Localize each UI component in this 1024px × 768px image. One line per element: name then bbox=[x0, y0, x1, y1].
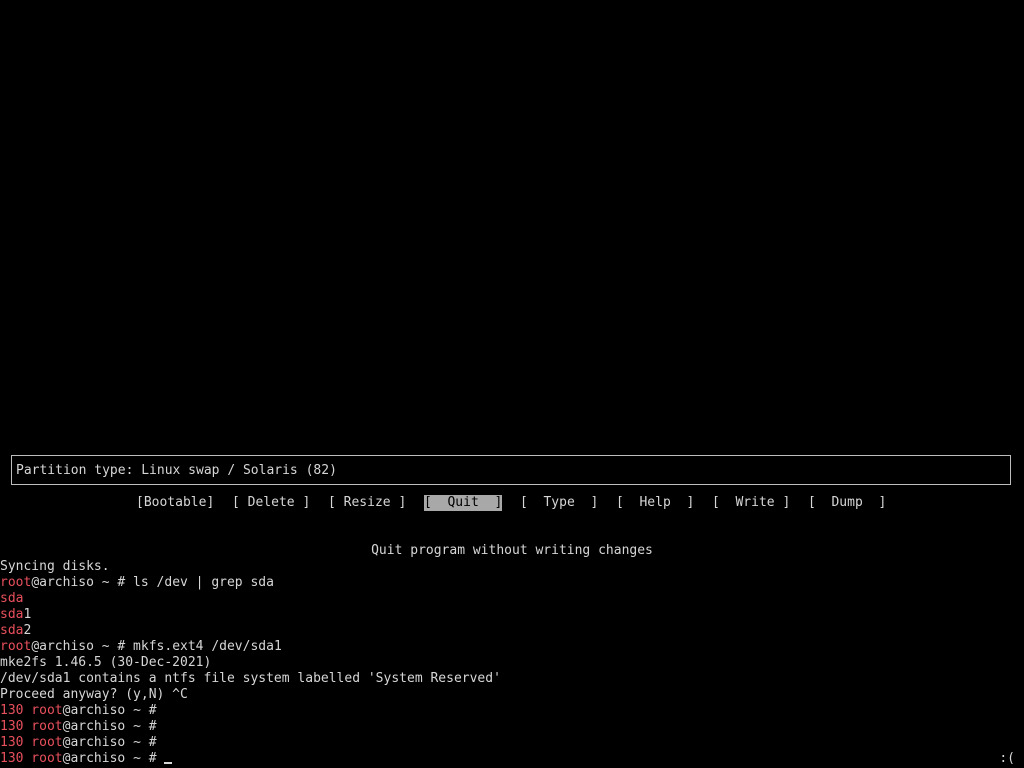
dump-button[interactable]: [ Dump ] bbox=[808, 495, 886, 511]
terminal-text: /dev/sda1 contains a ntfs file system la… bbox=[0, 671, 501, 686]
partition-type-box: Partition type: Linux swap / Solaris (82… bbox=[11, 455, 1011, 485]
terminal-line: sda2 bbox=[0, 623, 1024, 639]
terminal-text: root bbox=[0, 639, 32, 654]
terminal-text: @archiso ~ # ls /dev | grep sda bbox=[31, 575, 274, 590]
type-button[interactable]: [ Type ] bbox=[520, 495, 598, 511]
terminal-text: 2 bbox=[23, 623, 32, 638]
terminal-text: Syncing disks. bbox=[0, 559, 110, 574]
terminal-line: /dev/sda1 contains a ntfs file system la… bbox=[0, 671, 1024, 687]
terminal-text: @archiso ~ # bbox=[62, 735, 157, 750]
terminal-text: sda bbox=[0, 607, 24, 622]
write-button[interactable]: [ Write ] bbox=[712, 495, 790, 511]
help-button[interactable]: [ Help ] bbox=[616, 495, 694, 511]
terminal-output[interactable]: Syncing disks. root@archiso ~ # ls /dev |… bbox=[0, 559, 1024, 767]
console-screen: Partition type: Linux swap / Solaris (82… bbox=[0, 0, 1024, 768]
terminal-line: 130 root@archiso ~ # bbox=[0, 703, 1024, 719]
terminal-line: Proceed anyway? (y,N) ^C bbox=[0, 687, 1024, 703]
terminal-text: 130 root bbox=[0, 735, 63, 750]
terminal-line: root@archiso ~ # ls /dev | grep sda bbox=[0, 575, 1024, 591]
terminal-text: sda bbox=[0, 591, 24, 606]
terminal-line: sda bbox=[0, 591, 1024, 607]
terminal-text: @archiso ~ # bbox=[62, 719, 157, 734]
terminal-text: root bbox=[0, 575, 32, 590]
terminal-text: 130 root bbox=[0, 719, 63, 734]
partition-type-text: Partition type: Linux swap / Solaris (82… bbox=[16, 463, 337, 478]
terminal-line: sda1 bbox=[0, 607, 1024, 623]
terminal-text: Proceed anyway? (y,N) ^C bbox=[0, 687, 188, 702]
terminal-text: @archiso ~ # bbox=[62, 703, 157, 718]
terminal-text: 130 root bbox=[0, 703, 63, 718]
terminal-text: @archiso ~ # bbox=[62, 751, 157, 766]
terminal-line: 130 root@archiso ~ # bbox=[0, 751, 1024, 767]
corner-text: :( bbox=[999, 751, 1015, 766]
terminal-text: @archiso ~ # mkfs.ext4 /dev/sda1 bbox=[31, 639, 282, 654]
terminal-text: 130 root bbox=[0, 751, 63, 766]
terminal-text: sda bbox=[0, 623, 24, 638]
terminal-line: mke2fs 1.46.5 (30-Dec-2021) bbox=[0, 655, 1024, 671]
terminal-line: root@archiso ~ # mkfs.ext4 /dev/sda1 bbox=[0, 639, 1024, 655]
terminal-line: 130 root@archiso ~ # bbox=[0, 719, 1024, 735]
resize-button[interactable]: [ Resize ] bbox=[328, 495, 406, 511]
terminal-line: 130 root@archiso ~ # bbox=[0, 735, 1024, 751]
quit-button[interactable]: [ Quit ] bbox=[424, 495, 503, 511]
status-message: Quit program without writing changes bbox=[371, 543, 653, 558]
cfdisk-menu: [Bootable] [ Delete ] [ Resize ] [ Quit … bbox=[0, 495, 886, 511]
bootable-button[interactable]: [Bootable] bbox=[136, 495, 214, 511]
text-cursor bbox=[163, 762, 172, 764]
terminal-text: mke2fs 1.46.5 (30-Dec-2021) bbox=[0, 655, 212, 670]
terminal-line: Syncing disks. bbox=[0, 559, 1024, 575]
terminal-text: 1 bbox=[23, 607, 32, 622]
delete-button[interactable]: [ Delete ] bbox=[232, 495, 310, 511]
